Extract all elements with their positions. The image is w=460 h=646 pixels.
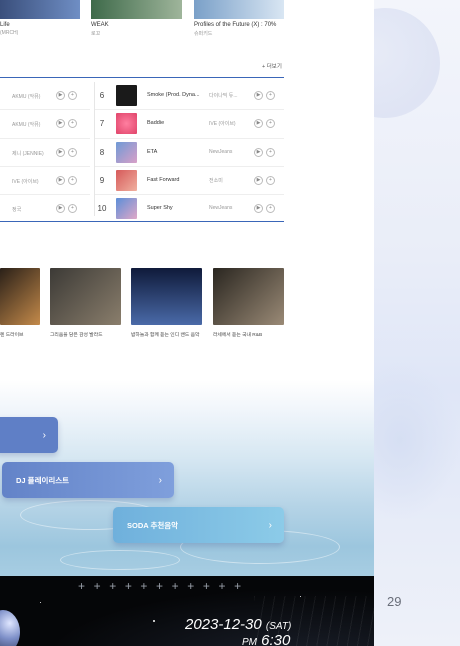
chart-song-title[interactable]: Baddie — [147, 120, 164, 126]
dj-playlist-button[interactable]: DJ 플레이리스트 › — [2, 462, 174, 498]
add-icon[interactable]: + — [68, 119, 77, 128]
water-ripple — [60, 550, 180, 570]
add-icon[interactable]: + — [68, 176, 77, 185]
album-thumbnail[interactable] — [116, 85, 137, 106]
star-decoration — [40, 602, 41, 603]
decorative-wave — [374, 360, 460, 520]
add-icon[interactable]: + — [266, 91, 275, 100]
chart-song-title[interactable]: Super Shy — [147, 205, 173, 211]
planet-decoration — [0, 610, 20, 646]
playlist-cover[interactable] — [0, 268, 40, 325]
chart-rank: 7 — [99, 119, 105, 128]
album-cover[interactable] — [0, 0, 80, 19]
chart-rank: 6 — [99, 91, 105, 100]
chart-artist: NewJeans — [209, 149, 233, 155]
chart-row[interactable]: 7 Baddie IVE (아이브) ▶ + — [95, 110, 284, 138]
add-icon[interactable]: + — [266, 148, 275, 157]
album-thumbnail[interactable] — [116, 170, 137, 191]
chart-row[interactable]: IVE (아이브) ▶ + — [0, 167, 90, 195]
chart-top-border — [0, 77, 284, 78]
chart-artist: 정국 — [12, 207, 22, 213]
playlist-caption[interactable]: 렌 드라이브 — [0, 331, 23, 338]
album-thumbnail[interactable] — [116, 142, 137, 163]
album-cover[interactable] — [194, 0, 284, 19]
playlist-caption[interactable]: 그리움을 담은 감성 발라드 — [50, 331, 103, 338]
chart-artist: NewJeans — [209, 205, 233, 211]
menu-label: DJ 플레이리스트 — [16, 475, 70, 485]
add-icon[interactable]: + — [68, 91, 77, 100]
play-icon[interactable]: ▶ — [254, 204, 263, 213]
brochure-page: Life (MRCH) WEAK 로꼬 Profiles of the Futu… — [0, 0, 374, 646]
page-number: 29 — [387, 594, 402, 609]
album-thumbnail[interactable] — [116, 113, 137, 134]
soda-recommend-button[interactable]: SODA 추천음악 › — [113, 507, 284, 543]
play-icon[interactable]: ▶ — [254, 148, 263, 157]
chart-artist: 다이나믹 듀... — [209, 93, 238, 99]
play-icon[interactable]: ▶ — [56, 148, 65, 157]
album-title[interactable]: WEAK — [91, 22, 109, 28]
album-artist: 슈퍼키드 — [194, 31, 213, 37]
add-icon[interactable]: + — [68, 204, 77, 213]
play-icon[interactable]: ▶ — [56, 91, 65, 100]
chart-rank: 8 — [99, 148, 105, 157]
play-icon[interactable]: ▶ — [56, 176, 65, 185]
chart-artist: IVE (아이브) — [209, 121, 236, 127]
add-icon[interactable]: + — [266, 176, 275, 185]
play-icon[interactable]: ▶ — [56, 119, 65, 128]
chevron-right-icon: › — [42, 429, 46, 441]
event-banner: +++++++++++ — [0, 576, 374, 646]
chart-artist: 전소미 — [209, 178, 223, 184]
album-title[interactable]: Life — [0, 22, 10, 28]
chart-row[interactable]: 10 Super Shy NewJeans ▶ + — [95, 195, 284, 223]
chart-row[interactable]: 정국 ▶ + — [0, 195, 90, 223]
menu-button[interactable]: › — [0, 417, 58, 453]
chart-row[interactable]: 8 ETA NewJeans ▶ + — [95, 139, 284, 167]
play-icon[interactable]: ▶ — [56, 204, 65, 213]
chart-artist: AKMU (악뮤) — [12, 122, 41, 128]
chart-song-title[interactable]: ETA — [147, 149, 157, 155]
event-day: (SAT) — [265, 621, 292, 632]
play-icon[interactable]: ▶ — [254, 176, 263, 185]
play-icon[interactable]: ▶ — [254, 91, 263, 100]
play-icon[interactable]: ▶ — [254, 119, 263, 128]
event-time-prefix: PM — [242, 637, 257, 646]
chart-row[interactable]: AKMU (악뮤) ▶ + — [0, 110, 90, 138]
event-time-value: 6:30 — [261, 632, 291, 646]
album-thumbnail[interactable] — [116, 198, 137, 219]
add-icon[interactable]: + — [266, 119, 275, 128]
chart-artist: AKMU (악뮤) — [12, 94, 41, 100]
chart-row[interactable]: 6 Smoke (Prod. Dyna... 다이나믹 듀... ▶ + — [95, 82, 284, 110]
playlist-cover[interactable] — [131, 268, 202, 325]
playlist-caption[interactable]: 라세에서 듣는 국내 R&B — [213, 331, 262, 338]
chart-row[interactable]: AKMU (악뮤) ▶ + — [0, 82, 90, 110]
chart-song-title[interactable]: Fast Forward — [147, 177, 179, 183]
add-icon[interactable]: + — [266, 204, 275, 213]
more-link[interactable]: + 더보기 — [262, 62, 282, 70]
chart-song-title[interactable]: Smoke (Prod. Dyna... — [147, 92, 200, 98]
plus-decoration: +++++++++++ — [78, 579, 250, 593]
album-artist: (MRCH) — [0, 30, 19, 36]
album-artist: 로꼬 — [91, 31, 101, 37]
playlist-cover[interactable] — [50, 268, 121, 325]
playlist-caption[interactable]: 밤하늘과 함께 듣는 인디 밴드 음악 — [131, 331, 199, 338]
add-icon[interactable]: + — [68, 148, 77, 157]
star-decoration — [300, 596, 301, 597]
chart-rank: 10 — [97, 204, 107, 213]
chart-rank: 9 — [99, 176, 105, 185]
album-title[interactable]: Profiles of the Future (X) : 70% — [194, 22, 276, 28]
playlist-cover[interactable] — [213, 268, 284, 325]
chevron-right-icon: › — [158, 474, 162, 486]
album-cover[interactable] — [91, 0, 182, 19]
chart-row[interactable]: 9 Fast Forward 전소미 ▶ + — [95, 167, 284, 195]
chevron-right-icon: › — [268, 519, 272, 531]
menu-label: SODA 추천음악 — [127, 520, 179, 530]
event-date-value: 2023-12-30 — [185, 616, 262, 633]
star-decoration — [153, 620, 155, 622]
chart-artist: IVE (아이브) — [12, 179, 39, 185]
event-time: PM 6:30 — [242, 632, 290, 646]
chart-artist: 제니 (JENNIE) — [12, 151, 44, 157]
chart-row[interactable]: 제니 (JENNIE) ▶ + — [0, 139, 90, 167]
event-date: 2023-12-30 (SAT) — [185, 616, 291, 633]
